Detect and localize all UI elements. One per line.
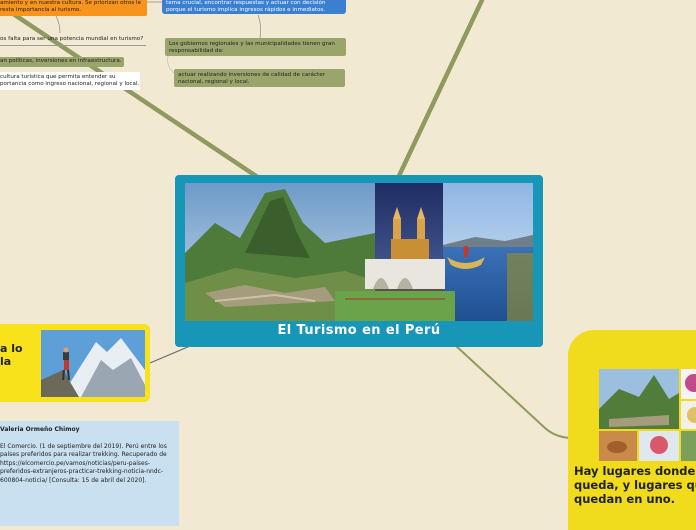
- node-orange-text: amiento y en nuestra cultura. Se prioriz…: [0, 0, 142, 13]
- peru-places-collage: [599, 369, 696, 461]
- reference-box[interactable]: Valeria Ormeño Chimoy El Comercio. (1 de…: [0, 421, 179, 526]
- central-topic[interactable]: El Turismo en el Perú: [175, 175, 543, 347]
- node-invest-text: actuar realizando inversiones de calidad…: [178, 72, 325, 85]
- node-blue-text: tema crucial, encontrar respuestas y act…: [166, 0, 326, 13]
- node-regional-text: Los gobiernos regionales y las municipal…: [169, 41, 335, 54]
- yellow-left-text: a lo la: [0, 342, 23, 368]
- reference-author: Valeria Ormeño Chimoy: [0, 426, 80, 433]
- node-orange[interactable]: amiento y en nuestra cultura. Se prioriz…: [0, 0, 147, 16]
- node-culture[interactable]: cultura turística que permita entender s…: [0, 72, 140, 90]
- branch-bottom-right: [454, 344, 571, 439]
- branch-bottom-left: [149, 345, 191, 364]
- hiker-mountain-image: [41, 330, 145, 397]
- central-title: El Turismo en el Perú: [277, 323, 441, 338]
- branch-blue-link: [257, 14, 262, 39]
- reference-citation: El Comercio. (1 de septiembre del 2019).…: [0, 443, 167, 484]
- branch-top-left: [0, 2, 268, 185]
- node-yellow-left[interactable]: a lo la: [0, 324, 150, 402]
- yellow-left-line1: a lo: [0, 342, 23, 355]
- branch-top-right: [395, 0, 485, 181]
- yellow-right-line2: queda, y lugares qu: [574, 478, 696, 492]
- node-regional[interactable]: Los gobiernos regionales y las municipal…: [165, 38, 346, 56]
- node-policies[interactable]: an políticas, inversiones en infraestruc…: [0, 57, 124, 67]
- yellow-right-line1: Hay lugares donde: [574, 464, 696, 478]
- node-policies-text: an políticas, inversiones en infraestruc…: [0, 58, 122, 64]
- node-yellow-right[interactable]: Hay lugares donde queda, y lugares qu qu…: [568, 330, 696, 530]
- yellow-right-text: Hay lugares donde queda, y lugares qu qu…: [574, 464, 696, 506]
- branch-orange-link: [55, 15, 61, 34]
- yellow-right-line3: quedan en uno.: [574, 492, 676, 506]
- node-question-text: os falta para ser una potencia mundial e…: [0, 36, 144, 42]
- node-invest[interactable]: actuar realizando inversiones de calidad…: [174, 69, 345, 87]
- yellow-left-line2: la: [0, 355, 12, 368]
- node-question[interactable]: os falta para ser una potencia mundial e…: [0, 36, 146, 46]
- node-blue[interactable]: tema crucial, encontrar respuestas y act…: [162, 0, 346, 14]
- peru-collage-image: [185, 183, 533, 321]
- node-culture-text: cultura turística que permita entender s…: [0, 74, 140, 87]
